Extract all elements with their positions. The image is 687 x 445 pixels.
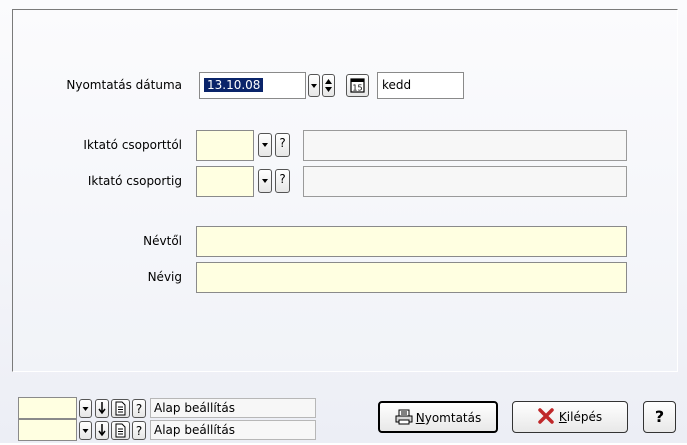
settings-load-button-2[interactable]: [95, 421, 109, 440]
dialog-window: Nyomtatás dátuma 13.10.08 15 kedd Iktató…: [0, 0, 687, 443]
dropdown-arrow-icon: [262, 143, 268, 147]
settings-help-button-2[interactable]: ?: [132, 421, 146, 440]
name-to-label: Névig: [147, 270, 182, 284]
group-from-input[interactable]: [196, 130, 254, 161]
group-to-help-button[interactable]: ?: [275, 169, 290, 193]
printer-icon: [395, 409, 413, 425]
group-from-name-display: [303, 130, 627, 161]
close-x-icon: [538, 408, 554, 424]
settings-dropdown-button-2[interactable]: [79, 421, 92, 440]
settings-document-button-2[interactable]: [111, 421, 130, 440]
print-date-day-name: kedd: [377, 72, 464, 99]
settings-help-button-1[interactable]: ?: [132, 399, 146, 418]
settings-load-button-1[interactable]: [95, 399, 109, 418]
dropdown-arrow-icon: [82, 429, 89, 433]
print-button-mnemonic: N: [415, 411, 425, 425]
print-button-label: yomtatás: [424, 411, 482, 425]
dropdown-arrow-icon: [262, 179, 268, 183]
group-from-label: Iktató csoporttól: [83, 138, 182, 152]
group-to-name-display: [303, 166, 627, 197]
print-date-value: 13.10.08: [204, 78, 264, 92]
name-from-input[interactable]: [196, 226, 627, 257]
group-to-input[interactable]: [196, 166, 254, 197]
document-icon: [115, 401, 126, 416]
spin-updown-icon: [325, 79, 332, 92]
settings-status-2: Alap beállítás: [150, 420, 316, 440]
settings-dropdown-button-1[interactable]: [79, 399, 92, 418]
dropdown-arrow-icon: [82, 407, 89, 411]
group-from-dropdown-button[interactable]: [258, 133, 272, 157]
print-date-dropdown-button[interactable]: [308, 74, 320, 97]
group-from-help-button[interactable]: ?: [275, 133, 290, 157]
settings-input-1[interactable]: [18, 397, 77, 419]
settings-document-button-1[interactable]: [111, 399, 130, 418]
document-icon: [115, 423, 126, 438]
name-to-input[interactable]: [196, 262, 627, 293]
dropdown-arrow-icon: [311, 84, 317, 88]
settings-input-2[interactable]: [18, 419, 77, 441]
print-date-calendar-button[interactable]: 15: [346, 74, 369, 97]
print-button[interactable]: Nyomtatás: [378, 401, 498, 433]
name-from-label: Névtől: [143, 234, 182, 248]
download-arrow-icon: [98, 402, 106, 415]
exit-button[interactable]: Kilépés: [512, 401, 628, 433]
print-date-spin-button[interactable]: [322, 74, 335, 97]
print-date-label: Nyomtatás dátuma: [66, 78, 182, 92]
help-button[interactable]: ?: [643, 401, 676, 433]
exit-button-label: ilépés: [566, 410, 603, 424]
settings-status-1: Alap beállítás: [150, 398, 316, 418]
calendar-glyph: 15: [352, 84, 362, 93]
exit-button-mnemonic: K: [558, 410, 567, 424]
group-to-label: Iktató csoportig: [87, 174, 182, 188]
print-date-input[interactable]: 13.10.08: [199, 72, 306, 99]
download-arrow-icon: [98, 424, 106, 437]
calendar-icon: 15: [350, 78, 365, 93]
group-to-dropdown-button[interactable]: [258, 169, 272, 193]
